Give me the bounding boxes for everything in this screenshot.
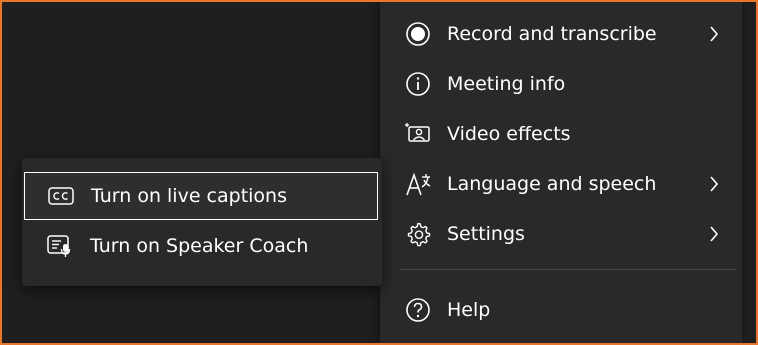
menu-divider <box>400 269 736 270</box>
video-effects-icon <box>404 120 432 148</box>
submenu-item-live-captions[interactable]: Turn on live captions <box>24 172 378 220</box>
menu-item-help[interactable]: Help <box>380 285 742 335</box>
menu-item-video-effects[interactable]: Video effects <box>380 109 742 159</box>
menu-item-meeting-info[interactable]: Meeting info <box>380 59 742 109</box>
submenu-item-label: Turn on Speaker Coach <box>90 235 309 257</box>
menu-item-settings[interactable]: Settings <box>380 209 742 259</box>
submenu-item-speaker-coach[interactable]: Turn on Speaker Coach <box>24 222 378 270</box>
language-and-speech-submenu: Turn on live captions Turn on Speaker Co… <box>22 158 382 286</box>
chevron-right-icon <box>706 224 722 244</box>
menu-item-label: Video effects <box>447 123 571 145</box>
menu-item-label: Settings <box>447 223 525 245</box>
chevron-right-icon <box>706 174 722 194</box>
language-icon <box>404 170 432 198</box>
captions-icon <box>47 182 75 210</box>
info-icon <box>404 70 432 98</box>
menu-item-label: Record and transcribe <box>447 23 657 45</box>
menu-item-label: Help <box>447 299 491 321</box>
submenu-item-label: Turn on live captions <box>91 185 288 207</box>
help-icon <box>404 296 432 324</box>
menu-item-record-and-transcribe[interactable]: Record and transcribe <box>380 9 742 59</box>
record-icon <box>404 20 432 48</box>
menu-item-label: Meeting info <box>447 73 566 95</box>
menu-item-label: Language and speech <box>447 173 657 195</box>
app-frame: Record and transcribe Meeting info Video… <box>2 2 756 343</box>
gear-icon <box>404 220 432 248</box>
speaker-coach-icon <box>46 232 74 260</box>
more-actions-menu: Record and transcribe Meeting info Video… <box>380 2 742 343</box>
chevron-right-icon <box>706 24 722 44</box>
menu-item-language-and-speech[interactable]: Language and speech <box>380 159 742 209</box>
